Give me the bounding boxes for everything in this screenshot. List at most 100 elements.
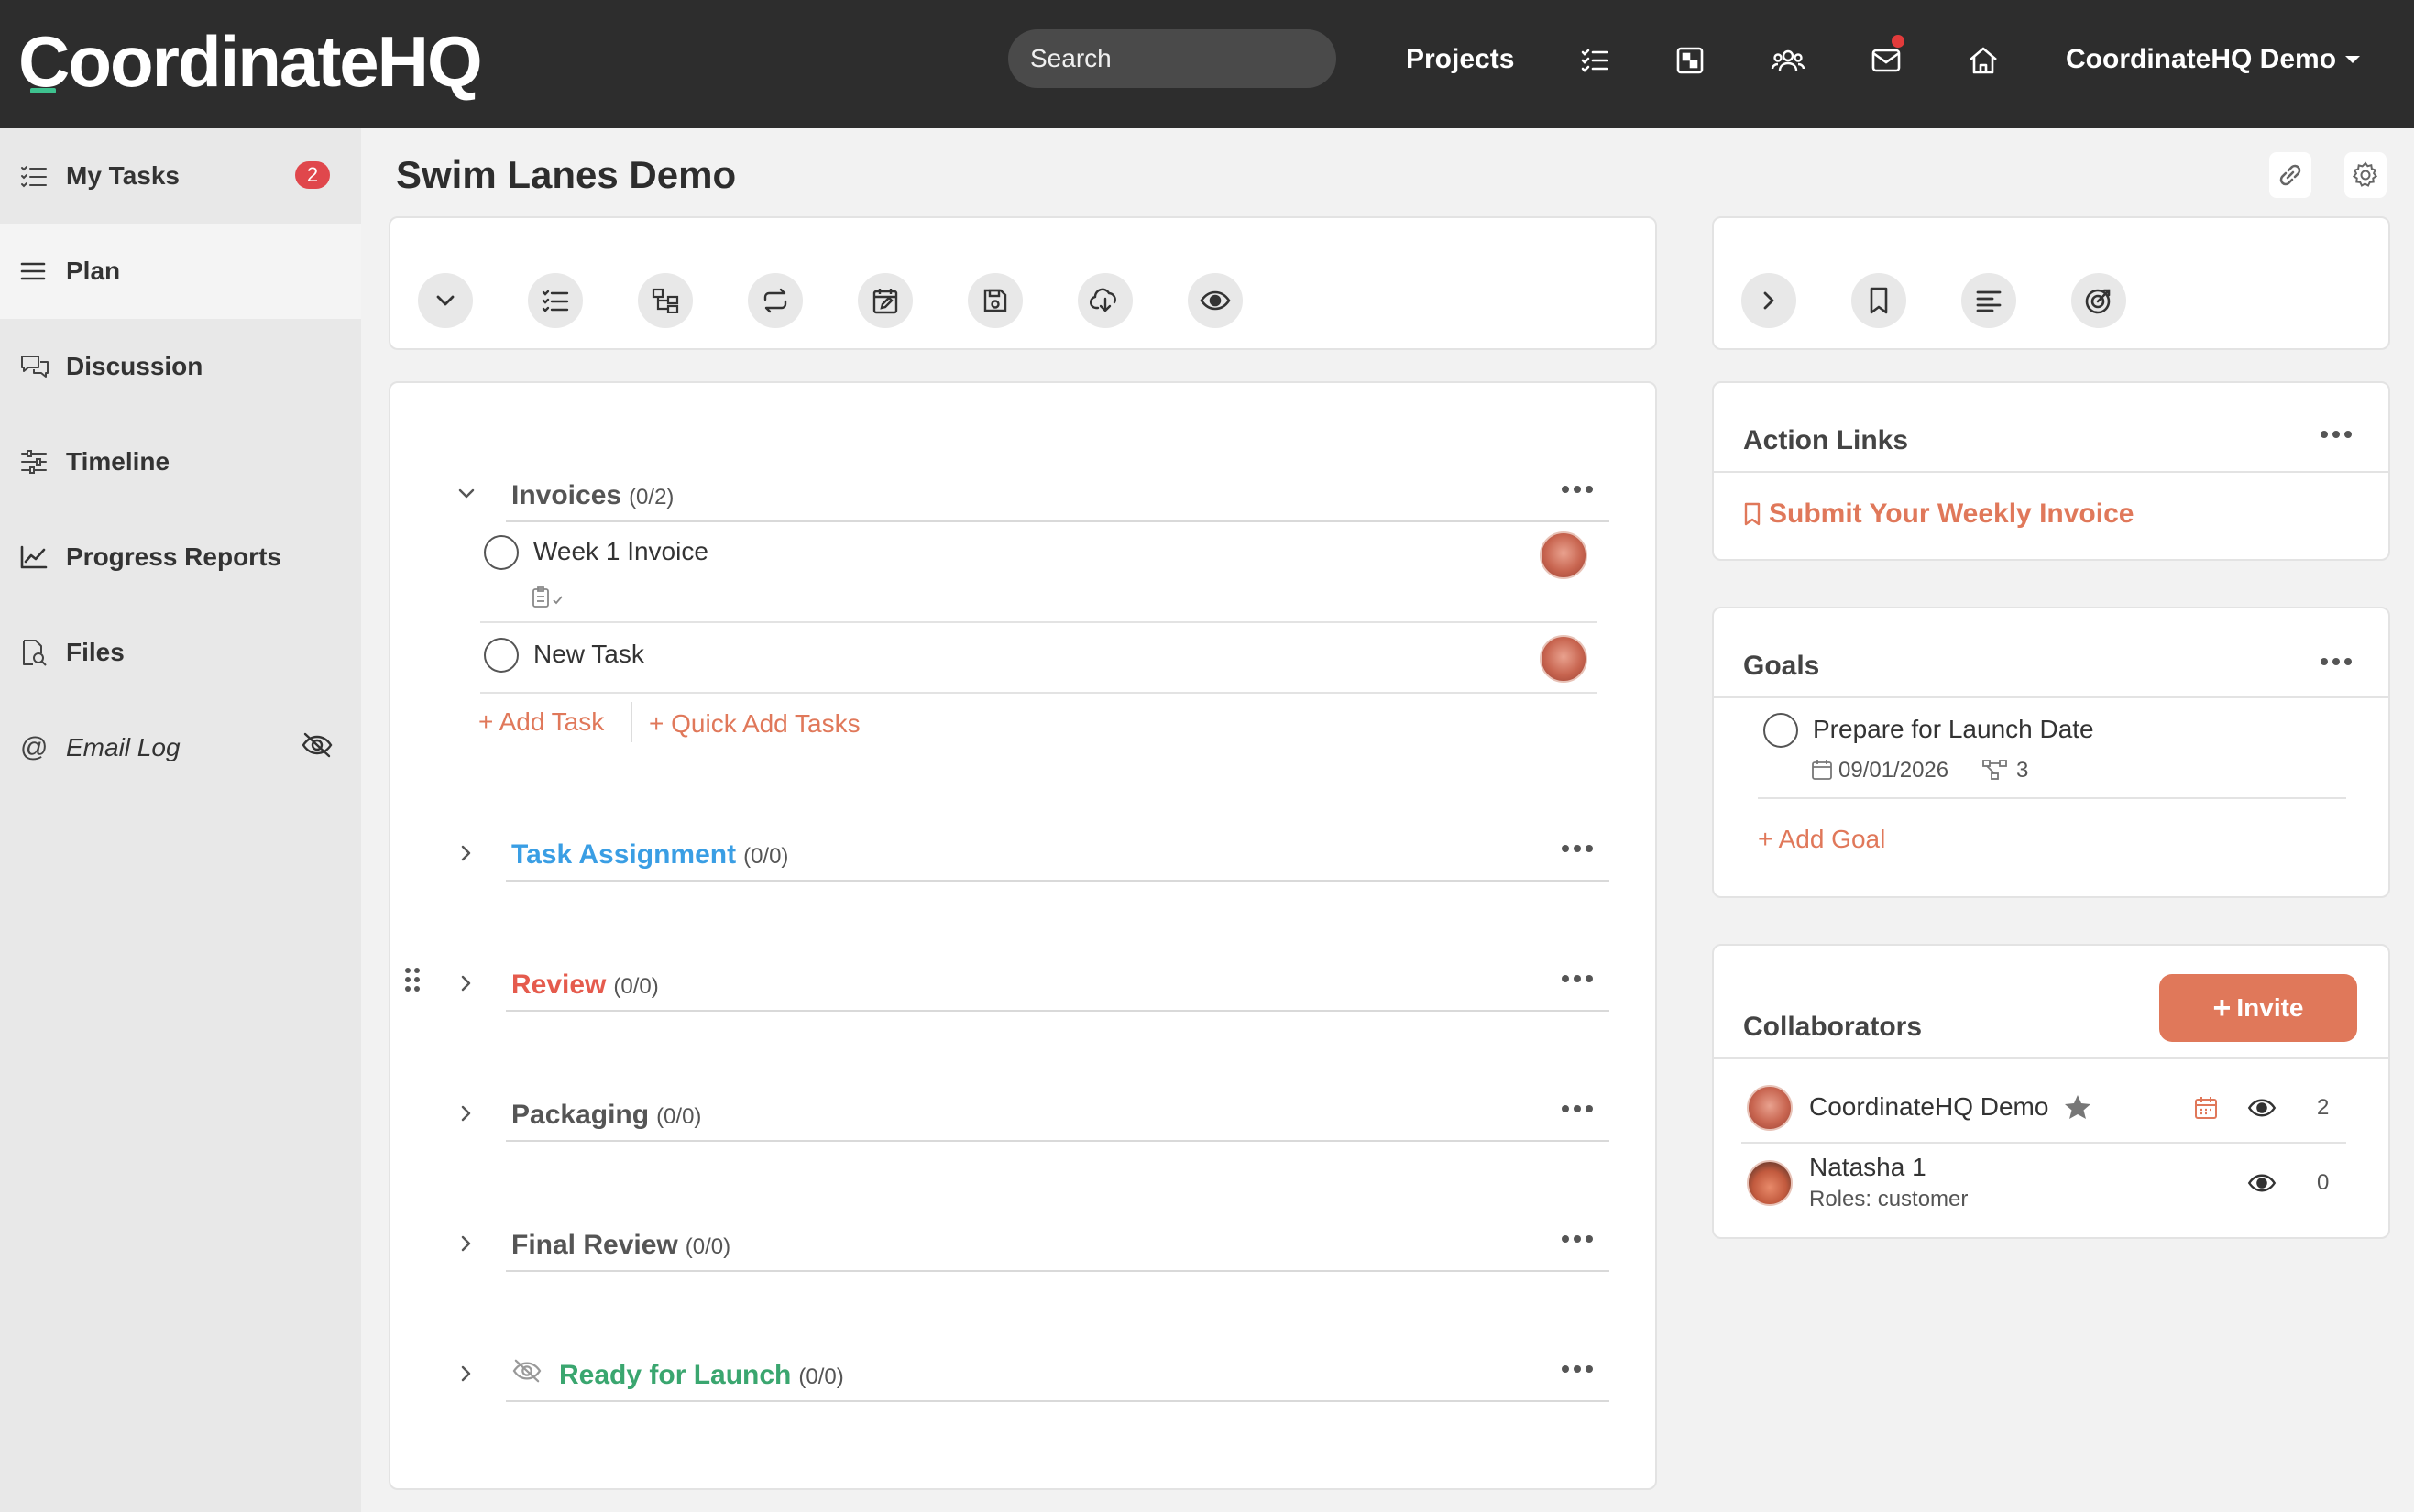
sidebar-item-label: Plan <box>66 257 121 285</box>
task-complete-checkbox[interactable] <box>484 535 519 570</box>
repeat-icon[interactable] <box>748 273 803 328</box>
settings-gear-icon[interactable] <box>2344 152 2387 198</box>
sidebar-item-plan[interactable]: Plan <box>0 224 361 319</box>
divider <box>506 1270 1609 1272</box>
caret-down-icon <box>2345 56 2361 63</box>
add-task-button[interactable]: + Add Task <box>478 706 604 739</box>
hierarchy-icon[interactable] <box>638 273 693 328</box>
collaborator-name[interactable]: Natasha 1 <box>1809 1151 1926 1184</box>
link-icon[interactable] <box>2269 152 2311 198</box>
collaborator-avatar[interactable] <box>1747 1085 1793 1131</box>
sidebar-item-timeline[interactable]: Timeline <box>0 414 361 509</box>
search-input[interactable] <box>1008 29 1336 88</box>
task-name[interactable]: Week 1 Invoice <box>533 535 708 568</box>
more-options-icon[interactable] <box>1562 1235 1593 1243</box>
group-review[interactable]: Review (0/0) <box>453 959 1609 1012</box>
eye-icon[interactable] <box>2247 1173 2277 1193</box>
cloud-download-icon[interactable] <box>1078 273 1133 328</box>
app-logo[interactable]: CoordinateHQ <box>18 22 483 101</box>
tasks-checklist-icon[interactable] <box>1575 40 1615 81</box>
task-row[interactable]: Week 1 Invoice <box>480 530 1597 623</box>
group-name: Packaging <box>511 1100 650 1130</box>
collaborator-roles: Roles: customer <box>1809 1187 1969 1211</box>
group-title: Task Assignment (0/0) <box>511 838 788 874</box>
invite-button[interactable]: + Invite <box>2159 974 2357 1042</box>
sidebar-item-label: Discussion <box>66 352 203 380</box>
more-options-icon[interactable] <box>1562 486 1593 493</box>
sidebar-item-label: Email Log <box>66 733 181 761</box>
account-menu[interactable]: CoordinateHQ Demo <box>2066 41 2361 78</box>
collaborator-avatar[interactable] <box>1747 1160 1793 1206</box>
more-options-icon[interactable] <box>1562 975 1593 982</box>
task-complete-checkbox[interactable] <box>484 638 519 673</box>
bookmark-icon[interactable] <box>1851 273 1906 328</box>
group-count: (0/0) <box>798 1364 844 1389</box>
sidebar-item-files[interactable]: Files <box>0 605 361 700</box>
panel-title: Action Links <box>1743 425 1909 455</box>
group-invoices[interactable]: Invoices (0/2) <box>453 469 1609 522</box>
mail-icon[interactable] <box>1866 33 1906 81</box>
chevron-right-icon[interactable] <box>453 1230 480 1257</box>
dashboard-icon[interactable] <box>1670 40 1710 81</box>
eye-icon[interactable] <box>2247 1098 2277 1118</box>
more-options-icon[interactable] <box>1562 845 1593 852</box>
group-name: Task Assignment <box>511 839 737 870</box>
sidebar-item-email-log[interactable]: @ Email Log <box>0 700 361 795</box>
collapse-chevron-icon[interactable] <box>418 273 473 328</box>
chevron-right-icon[interactable] <box>453 839 480 867</box>
group-count: (0/0) <box>656 1104 702 1129</box>
group-name: Ready for Launch <box>559 1360 792 1390</box>
sidebar-item-discussion[interactable]: Discussion <box>0 319 361 414</box>
collaborator-name[interactable]: CoordinateHQ Demo <box>1809 1090 2048 1123</box>
calendar-icon[interactable] <box>2194 1096 2218 1120</box>
task-name[interactable]: New Task <box>533 638 644 671</box>
add-goal-button[interactable]: + Add Goal <box>1758 823 1885 856</box>
sidebar-item-label: Progress Reports <box>66 542 281 571</box>
assignee-avatar[interactable] <box>1540 531 1587 579</box>
more-options-icon[interactable] <box>2321 431 2352 438</box>
goal-complete-checkbox[interactable] <box>1763 713 1798 748</box>
task-row[interactable]: New Task <box>480 632 1597 693</box>
group-packaging[interactable]: Packaging (0/0) <box>453 1089 1609 1142</box>
action-link-label[interactable]: Submit Your Weekly Invoice <box>1769 497 2134 531</box>
goal-linked-count: 3 <box>2016 758 2029 783</box>
group-task-assignment[interactable]: Task Assignment (0/0) <box>453 828 1609 882</box>
task-list-icon[interactable] <box>528 273 583 328</box>
group-final-review[interactable]: Final Review (0/0) <box>453 1219 1609 1272</box>
group-title: Invoices (0/2) <box>511 478 674 515</box>
sidebar-item-label: My Tasks <box>66 161 180 190</box>
more-options-icon[interactable] <box>2321 658 2352 665</box>
divider <box>506 1400 1609 1402</box>
sidebar-item-progress-reports[interactable]: Progress Reports <box>0 509 361 605</box>
chevron-right-icon[interactable] <box>453 1360 480 1387</box>
divider <box>1714 696 2388 698</box>
chevron-right-icon[interactable] <box>453 970 480 997</box>
eye-icon[interactable] <box>1188 273 1243 328</box>
chevron-right-icon[interactable] <box>453 1100 480 1127</box>
calendar-edit-icon[interactable] <box>858 273 913 328</box>
group-ready-for-launch[interactable]: Ready for Launch (0/0) <box>453 1349 1609 1402</box>
eye-slash-icon[interactable] <box>301 731 334 759</box>
action-link-item[interactable]: Submit Your Weekly Invoice <box>1743 497 2134 531</box>
plan-toolbar <box>389 216 1657 350</box>
save-template-icon[interactable] <box>968 273 1023 328</box>
more-options-icon[interactable] <box>1562 1105 1593 1112</box>
chevron-down-icon[interactable] <box>453 480 480 508</box>
people-icon[interactable] <box>1768 40 1808 81</box>
sidebar-item-my-tasks[interactable]: My Tasks 2 <box>0 128 361 224</box>
chevron-right-icon[interactable] <box>1741 273 1796 328</box>
home-icon[interactable] <box>1963 40 2003 81</box>
at-sign-icon: @ <box>20 732 49 762</box>
goal-name[interactable]: Prepare for Launch Date <box>1813 713 2094 746</box>
assignee-avatar[interactable] <box>1540 635 1587 683</box>
group-name: Invoices <box>511 480 622 510</box>
quick-add-tasks-button[interactable]: + Quick Add Tasks <box>649 707 861 740</box>
align-left-icon[interactable] <box>1961 273 2016 328</box>
more-options-icon[interactable] <box>1562 1365 1593 1373</box>
file-search-icon <box>20 637 51 668</box>
group-title: Packaging (0/0) <box>511 1098 701 1134</box>
drag-handle-icon[interactable] <box>403 966 423 993</box>
divider <box>631 702 632 742</box>
target-icon[interactable] <box>2071 273 2126 328</box>
nav-projects-link[interactable]: Projects <box>1406 41 1514 78</box>
